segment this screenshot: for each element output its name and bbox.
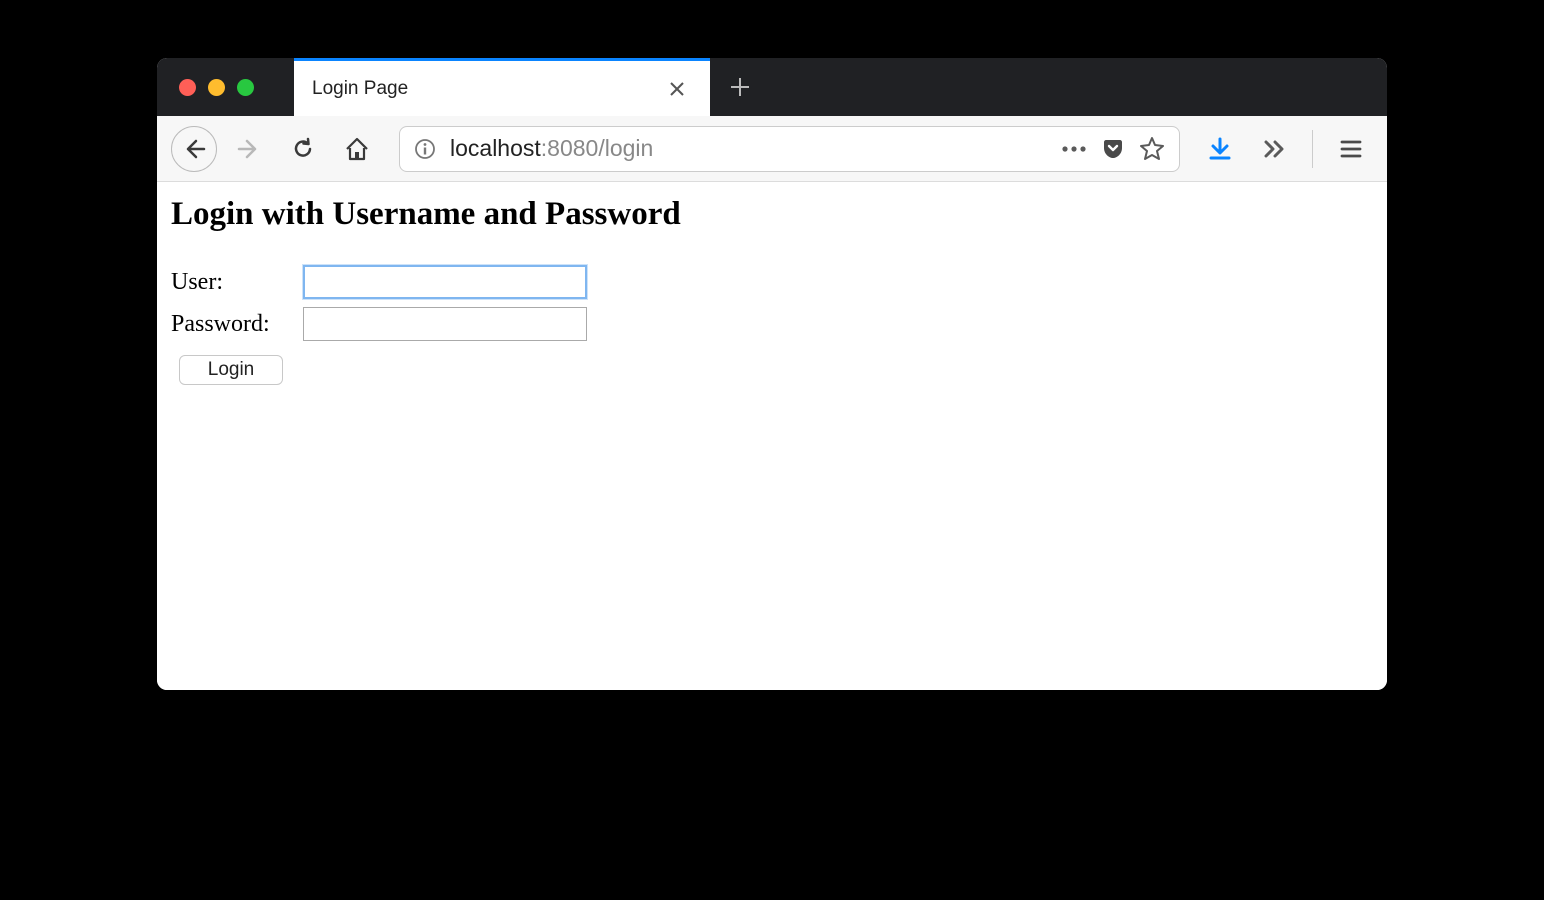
- tab-title: Login Page: [312, 78, 662, 100]
- reload-icon: [291, 137, 315, 161]
- overflow-button[interactable]: [1252, 127, 1296, 171]
- user-label: User:: [171, 269, 303, 296]
- download-icon: [1207, 136, 1233, 162]
- url-path: :8080/login: [541, 135, 654, 161]
- browser-window: Login Page: [157, 58, 1387, 690]
- page-content: Login with Username and Password User: P…: [157, 182, 1387, 690]
- forward-arrow-icon: [237, 137, 261, 161]
- url-host: localhost: [450, 135, 541, 161]
- url-text[interactable]: localhost:8080/login: [450, 135, 1047, 162]
- reload-button[interactable]: [281, 127, 325, 171]
- back-button[interactable]: [171, 126, 217, 172]
- active-tab[interactable]: Login Page: [294, 58, 710, 116]
- close-window-button[interactable]: [179, 79, 196, 96]
- home-icon: [344, 136, 370, 162]
- user-input[interactable]: [303, 265, 587, 299]
- forward-button[interactable]: [227, 127, 271, 171]
- user-row: User:: [171, 265, 1373, 299]
- ellipsis-icon: [1061, 145, 1087, 153]
- plus-icon: [729, 76, 751, 98]
- close-tab-button[interactable]: [662, 80, 692, 98]
- menu-button[interactable]: [1329, 127, 1373, 171]
- star-icon: [1139, 136, 1165, 162]
- minimize-window-button[interactable]: [208, 79, 225, 96]
- page-actions-button[interactable]: [1061, 145, 1087, 153]
- maximize-window-button[interactable]: [237, 79, 254, 96]
- address-bar[interactable]: localhost:8080/login: [399, 126, 1180, 172]
- new-tab-button[interactable]: [710, 58, 770, 116]
- password-input[interactable]: [303, 307, 587, 341]
- pocket-icon: [1101, 137, 1125, 161]
- toolbar-separator: [1312, 130, 1313, 168]
- tab-bar: Login Page: [157, 58, 1387, 116]
- login-button[interactable]: Login: [179, 355, 283, 385]
- home-button[interactable]: [335, 127, 379, 171]
- password-label: Password:: [171, 311, 303, 338]
- chevron-double-right-icon: [1261, 136, 1287, 162]
- page-heading: Login with Username and Password: [171, 196, 1373, 233]
- window-controls: [157, 58, 294, 116]
- hamburger-icon: [1339, 137, 1363, 161]
- password-row: Password:: [171, 307, 1373, 341]
- close-icon: [668, 80, 686, 98]
- back-arrow-icon: [182, 137, 206, 161]
- pocket-button[interactable]: [1101, 137, 1125, 161]
- info-icon[interactable]: [414, 138, 436, 160]
- downloads-button[interactable]: [1198, 127, 1242, 171]
- toolbar: localhost:8080/login: [157, 116, 1387, 182]
- bookmark-button[interactable]: [1139, 136, 1165, 162]
